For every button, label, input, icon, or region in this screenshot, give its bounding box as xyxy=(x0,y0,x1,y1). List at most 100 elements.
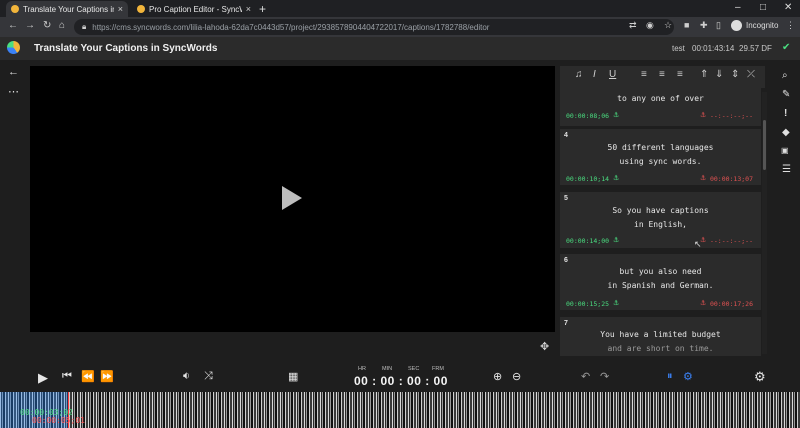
volume-icon[interactable]: 🔉︎ xyxy=(183,370,190,383)
anchor-out-icon[interactable]: ⚓︎ xyxy=(700,111,706,119)
caption-line: in Spanish and German. xyxy=(607,281,714,290)
tab-pro-caption-editor[interactable]: Pro Caption Editor - SyncWords × xyxy=(132,1,256,17)
rewind-icon[interactable]: ⏪ xyxy=(81,370,95,383)
music-note-icon[interactable]: ♫ xyxy=(575,69,583,80)
close-tab-icon[interactable]: × xyxy=(118,4,123,14)
maximize-window-icon[interactable]: □ xyxy=(760,2,766,13)
close-window-icon[interactable]: ✕ xyxy=(784,2,792,13)
expand-icon[interactable]: ⇕ xyxy=(731,69,739,80)
caption-scrollbar-thumb[interactable] xyxy=(763,120,766,170)
caption-out-time[interactable]: 00:00:17;26 xyxy=(710,300,753,308)
minimize-window-icon[interactable]: – xyxy=(735,2,741,13)
sync-icon[interactable]: ⚙ xyxy=(683,370,693,383)
more-options-icon[interactable]: ⋯ xyxy=(8,85,19,98)
caption-in-time[interactable]: 00:00:15;25 xyxy=(566,300,609,308)
zoom-out-icon[interactable]: ⊖ xyxy=(512,370,521,383)
caption-text[interactable]: but you also need in Spanish and German. xyxy=(560,265,761,293)
anchor-out-icon[interactable]: ⚓︎ xyxy=(700,299,706,307)
settings-gear-icon[interactable]: ⚙ xyxy=(754,369,766,385)
shuffle-icon[interactable]: ⤨ xyxy=(204,370,213,383)
incognito-profile[interactable]: Incognito xyxy=(731,20,778,31)
italic-icon[interactable]: I xyxy=(593,69,596,80)
caption-card[interactable]: 7 You have a limited budget and are shor… xyxy=(560,317,761,356)
home-icon[interactable]: ⌂ xyxy=(59,20,65,31)
anchor-in-icon[interactable]: ⚓︎ xyxy=(613,174,619,182)
caption-out-time[interactable]: --:--:--;-- xyxy=(710,237,753,245)
zoom-in-icon[interactable]: ⊕ xyxy=(493,370,502,383)
caption-card[interactable]: to any one of over 00:00:08;06 ⚓︎ ⚓︎ --:… xyxy=(560,88,761,126)
lock-icon: 🔒︎ xyxy=(82,22,87,31)
tab-title: Translate Your Captions in SyncWo xyxy=(23,4,114,14)
close-tab-icon[interactable]: × xyxy=(246,4,251,14)
tab-translate-captions[interactable]: Translate Your Captions in SyncWo × xyxy=(6,1,128,17)
caption-line: 50 different languages xyxy=(607,143,714,152)
translate-icon[interactable]: ⇄ xyxy=(629,20,637,31)
new-tab-button[interactable]: + xyxy=(259,2,266,16)
move-down-icon[interactable]: ⇓ xyxy=(715,69,723,80)
caption-line: but you also need xyxy=(619,267,702,276)
syncwords-logo-icon xyxy=(7,41,20,54)
alert-icon[interactable]: ! xyxy=(784,108,787,119)
eye-off-icon[interactable]: ◉ xyxy=(646,20,654,31)
anchor-in-icon[interactable]: ⚓︎ xyxy=(613,111,619,119)
undo-icon[interactable]: ↶ xyxy=(581,370,590,383)
cc-icon[interactable]: ▣ xyxy=(781,146,789,155)
caption-out-time[interactable]: 00:00:13;07 xyxy=(710,175,753,183)
extension-icon[interactable]: ■ xyxy=(684,20,689,30)
redo-icon[interactable]: ↷ xyxy=(600,370,609,383)
browser-menu-icon[interactable]: ⋮ xyxy=(786,20,795,31)
fast-forward-icon[interactable]: ⏩ xyxy=(100,370,114,383)
caption-in-time[interactable]: 00:00:10;14 xyxy=(566,175,609,183)
comment-icon[interactable]: ◆ xyxy=(782,127,790,138)
move-up-icon[interactable]: ⇑ xyxy=(700,69,708,80)
puzzle-icon[interactable]: ✚ xyxy=(700,20,708,31)
caption-in-time[interactable]: 00:00:08;06 xyxy=(566,112,609,120)
sidepanel-icon[interactable]: ▯ xyxy=(716,20,721,31)
pause-icon[interactable]: ⏸ xyxy=(667,370,673,383)
caption-line: using sync words. xyxy=(619,157,702,166)
anchor-in-icon[interactable]: ⚓︎ xyxy=(613,299,619,307)
tc-label-frm: FRM xyxy=(432,366,444,372)
forward-icon[interactable]: → xyxy=(25,20,35,31)
grid-icon[interactable]: ▦ xyxy=(288,370,298,383)
caption-number: 4 xyxy=(564,132,568,139)
anchor-out-icon[interactable]: ⚓︎ xyxy=(700,174,706,182)
reload-icon[interactable]: ↻ xyxy=(43,20,51,31)
incognito-avatar-icon xyxy=(731,20,742,31)
align-center-icon[interactable]: ≡ xyxy=(659,69,665,80)
audio-waveform[interactable] xyxy=(0,392,800,428)
skip-back-icon[interactable]: ⏮ xyxy=(62,370,72,383)
collapse-icon[interactable]: ⤫ xyxy=(747,69,755,80)
caption-card[interactable]: 6 but you also need in Spanish and Germa… xyxy=(560,254,761,310)
caption-card[interactable]: 5 So you have captions in English, 00:00… xyxy=(560,192,761,248)
caption-out-time[interactable]: --:--:--;-- xyxy=(710,112,753,120)
underline-icon[interactable]: U xyxy=(609,69,616,80)
back-icon[interactable]: ← xyxy=(8,20,18,31)
caption-text[interactable]: So you have captions in English, xyxy=(560,204,761,232)
list-icon[interactable]: ☰ xyxy=(782,164,791,175)
brush-icon[interactable]: ✎ xyxy=(782,89,790,100)
address-bar[interactable]: 🔒︎ https://cms.syncwords.com/lilia-lahod… xyxy=(74,19,674,35)
play-overlay-icon[interactable] xyxy=(282,186,302,210)
caption-number: 5 xyxy=(564,195,568,202)
caption-line: to any one of over xyxy=(617,94,704,103)
anchor-in-icon[interactable]: ⚓︎ xyxy=(613,236,619,244)
align-right-icon[interactable]: ≡ xyxy=(677,69,683,80)
caption-text[interactable]: to any one of over xyxy=(560,92,761,106)
credits-remaining: 29.57 DF xyxy=(739,44,772,53)
checkmark-icon[interactable]: ✔ xyxy=(782,42,790,53)
caption-in-time[interactable]: 00:00:14;00 xyxy=(566,237,609,245)
move-icon[interactable]: ✥ xyxy=(540,340,549,353)
caption-text[interactable]: You have a limited budget and are short … xyxy=(560,328,761,356)
align-left-icon[interactable]: ≡ xyxy=(641,69,647,80)
caption-text[interactable]: 50 different languages using sync words. xyxy=(560,141,761,169)
back-arrow-icon[interactable]: ← xyxy=(8,66,19,78)
timecode-display[interactable]: 00 : 00 : 00 : 00 xyxy=(354,374,448,388)
play-icon[interactable]: ▶ xyxy=(38,370,48,386)
caption-line: You have a limited budget xyxy=(600,330,721,339)
caption-list: to any one of over 00:00:08;06 ⚓︎ ⚓︎ --:… xyxy=(560,88,765,356)
caption-line: So you have captions xyxy=(612,206,709,215)
search-icon[interactable]: ⌕ xyxy=(782,70,788,81)
bookmark-star-icon[interactable]: ☆ xyxy=(664,20,672,31)
caption-card[interactable]: 4 50 different languages using sync word… xyxy=(560,129,761,185)
